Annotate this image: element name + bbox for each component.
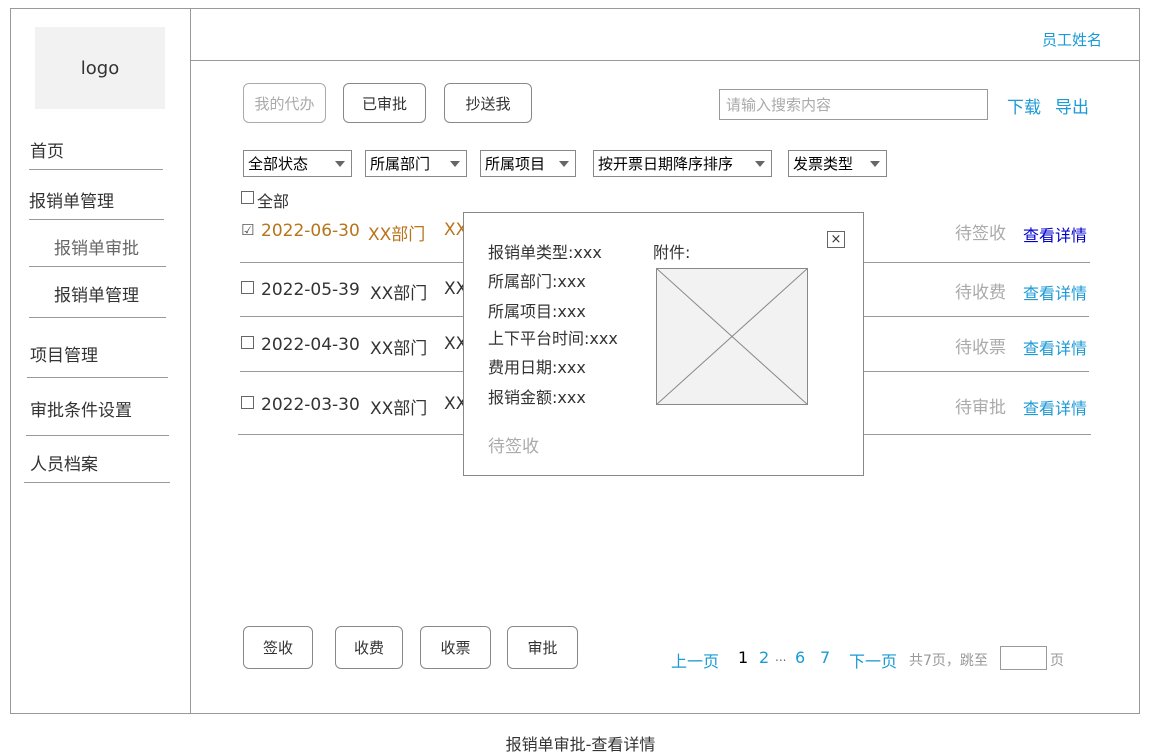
view-details-link[interactable]: 查看详情 <box>1023 335 1087 359</box>
header-divider <box>190 60 1140 61</box>
page-7[interactable]: 7 <box>820 648 830 667</box>
modal-field-project: 所属项目:xxx <box>488 302 586 321</box>
row-department: XX部门 <box>368 225 426 245</box>
filter-label: 发票类型 <box>793 155 854 173</box>
row-status: 待收费 <box>955 283 1006 303</box>
row-department: XX部门 <box>370 284 428 304</box>
view-details-link[interactable]: 查看详情 <box>1023 222 1087 246</box>
next-page-link[interactable]: 下一页 <box>849 648 897 672</box>
sidebar-item-approval-conditions[interactable]: 审批条件设置 <box>30 396 132 421</box>
sidebar-item-expense-approval[interactable]: 报销单审批 <box>54 234 139 259</box>
row-department: XX部门 <box>370 399 428 419</box>
row-status: 待签收 <box>955 224 1006 244</box>
row-checkbox[interactable] <box>241 281 254 294</box>
chevron-down-icon <box>559 161 569 167</box>
nav-divider <box>27 377 168 378</box>
sidebar-item-home[interactable]: 首页 <box>30 137 64 162</box>
row-date: 2022-06-30 <box>261 221 360 241</box>
row-status: 待收票 <box>955 338 1006 358</box>
select-all-checkbox[interactable] <box>241 191 254 204</box>
row-date: 2022-03-30 <box>261 395 360 415</box>
modal-field-type: 报销单类型:xxx <box>488 243 602 262</box>
nav-divider <box>26 435 169 436</box>
sidebar-item-expense-management[interactable]: 报销单管理 <box>29 187 114 212</box>
view-details-link[interactable]: 查看详情 <box>1023 280 1087 304</box>
modal-status: 待签收 <box>488 437 539 457</box>
sidebar-divider <box>190 8 191 714</box>
tab-approved[interactable]: 已审批 <box>343 83 426 123</box>
chevron-down-icon <box>755 161 765 167</box>
filter-label: 所属部门 <box>370 155 431 173</box>
charge-button[interactable]: 收费 <box>335 626 403 669</box>
sign-button[interactable]: 签收 <box>243 626 313 669</box>
modal-field-expense-date: 费用日期:xxx <box>488 358 586 377</box>
export-link[interactable]: 导出 <box>1055 93 1089 118</box>
close-icon[interactable]: × <box>827 231 845 248</box>
filter-department-dropdown[interactable]: 所属部门 <box>365 150 467 177</box>
filter-label: 按开票日期降序排序 <box>598 155 734 173</box>
row-date: 2022-04-30 <box>261 335 360 355</box>
sidebar-item-project-management[interactable]: 项目管理 <box>30 341 98 366</box>
jump-page-input[interactable] <box>1000 646 1047 670</box>
filter-project-dropdown[interactable]: 所属项目 <box>480 150 576 177</box>
row-checkbox[interactable] <box>241 396 254 409</box>
page-2[interactable]: 2 <box>759 648 769 667</box>
row-date: 2022-05-39 <box>261 280 360 300</box>
row-status: 待审批 <box>955 398 1006 418</box>
sidebar-item-personnel[interactable]: 人员档案 <box>30 450 98 475</box>
total-pages-text: 共7页，跳至 <box>909 653 988 669</box>
nav-divider <box>24 482 170 483</box>
prev-page-link[interactable]: 上一页 <box>671 648 719 672</box>
row-department: XX部门 <box>370 339 428 359</box>
page-1[interactable]: 1 <box>738 648 748 667</box>
chevron-down-icon <box>870 161 880 167</box>
page-ellipsis: ... <box>775 650 787 664</box>
select-all-label: 全部 <box>257 192 290 211</box>
approve-button[interactable]: 审批 <box>507 626 578 669</box>
nav-divider <box>29 317 166 318</box>
user-name-link[interactable]: 员工姓名 <box>1042 29 1102 50</box>
page-caption: 报销单审批-查看详情 <box>505 735 656 754</box>
page-6[interactable]: 6 <box>795 648 805 667</box>
tab-cc-me[interactable]: 抄送我 <box>444 83 532 123</box>
search-input[interactable]: 请输入搜索内容 <box>719 89 988 120</box>
nav-divider <box>29 219 164 220</box>
nav-divider <box>29 169 163 170</box>
modal-field-amount: 报销金额:xxx <box>488 388 586 407</box>
page-suffix-text: 页 <box>1050 653 1064 669</box>
filter-status-dropdown[interactable]: 全部状态 <box>243 150 352 177</box>
chevron-down-icon <box>450 161 460 167</box>
modal-field-platform-time: 上下平台时间:xxx <box>488 329 618 348</box>
tab-my-todo[interactable]: 我的代办 <box>243 83 326 123</box>
row-checkbox-checked[interactable]: ☑ <box>241 221 254 239</box>
detail-modal: 报销单类型:xxx 所属部门:xxx 所属项目:xxx 上下平台时间:xxx 费… <box>463 212 864 476</box>
row-checkbox[interactable] <box>241 336 254 349</box>
logo: logo <box>35 27 165 109</box>
attachment-image-placeholder[interactable] <box>655 267 809 406</box>
sidebar-item-expense-sub-management[interactable]: 报销单管理 <box>54 281 139 306</box>
nav-divider <box>29 266 166 267</box>
receive-invoice-button[interactable]: 收票 <box>420 626 491 669</box>
filter-label: 所属项目 <box>485 155 546 173</box>
view-details-link[interactable]: 查看详情 <box>1023 395 1087 419</box>
attachment-label: 附件: <box>653 243 691 262</box>
filter-label: 全部状态 <box>248 155 309 173</box>
chevron-down-icon <box>335 161 345 167</box>
filter-invoice-type-dropdown[interactable]: 发票类型 <box>788 150 887 177</box>
download-link[interactable]: 下载 <box>1007 93 1041 118</box>
modal-field-department: 所属部门:xxx <box>488 272 586 291</box>
sort-dropdown[interactable]: 按开票日期降序排序 <box>593 150 772 177</box>
